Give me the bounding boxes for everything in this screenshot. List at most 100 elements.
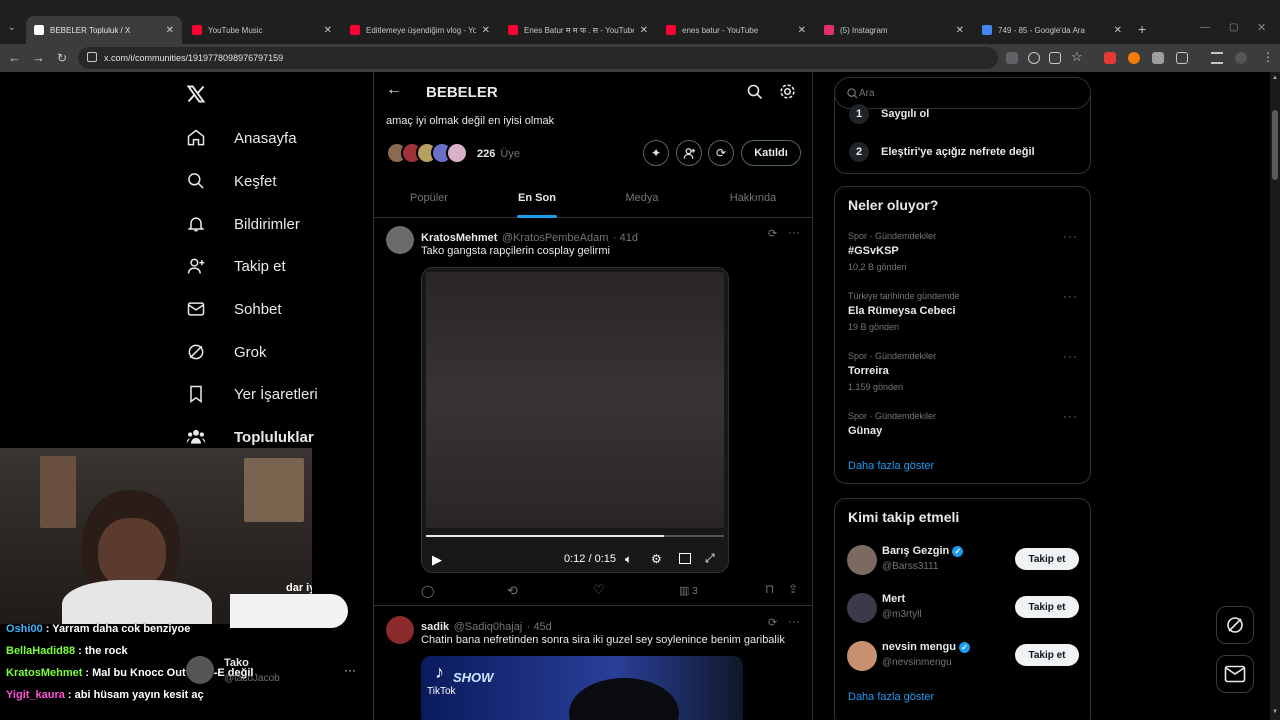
bookmark-star-icon[interactable]: ☆ — [1071, 49, 1083, 65]
tab-close-icon[interactable]: ✕ — [956, 25, 964, 36]
user-avatar[interactable] — [847, 545, 877, 575]
post-more-icon[interactable]: ··· — [788, 614, 800, 628]
who-to-follow-show-more[interactable]: Daha fazla göster — [848, 691, 934, 703]
browser-tab[interactable]: BEBELER Topluluk / X ✕ — [26, 16, 182, 44]
grok-post-icon[interactable]: ⟳ — [768, 616, 777, 629]
follow-button[interactable]: Takip et — [1015, 644, 1079, 666]
nav-item-search[interactable]: Keşfet — [186, 169, 277, 193]
nav-item-grok[interactable]: Grok — [186, 340, 267, 364]
extension-red-icon[interactable] — [1104, 52, 1116, 64]
trend-more-icon[interactable]: ··· — [1063, 409, 1078, 423]
follow-suggestion[interactable]: Mert @m3rtyll Takip et — [835, 591, 1090, 631]
tab-close-icon[interactable]: ✕ — [166, 25, 174, 36]
tab-about[interactable]: Hakkında — [703, 178, 803, 218]
trend-item[interactable]: Spor · Gündemdekiler Torreira 1.159 gönder… — [835, 349, 1090, 407]
address-bar[interactable]: x.com/i/communities/1919778098976797159 — [78, 47, 998, 69]
grok-sparkle-button[interactable]: ✦ — [643, 140, 669, 166]
media-control-icon[interactable] — [1211, 52, 1223, 64]
account-switcher[interactable]: Tako @tacoJacob ··· — [186, 656, 366, 686]
post[interactable]: sadik @Sadiq0hajaj · 45d ⟳ ··· Chatin ba… — [374, 607, 813, 720]
play-icon[interactable]: ▶ — [432, 552, 442, 568]
scrollbar-thumb[interactable] — [1272, 110, 1278, 180]
trend-item[interactable]: Türkiye tarihinde gündemde Ela Rümeysa Ce… — [835, 289, 1090, 347]
close-window-button[interactable]: ✕ — [1257, 21, 1266, 34]
browser-menu-icon[interactable]: ⋮ — [1262, 50, 1274, 64]
tab-media[interactable]: Medya — [592, 178, 692, 218]
invite-member-button[interactable] — [676, 140, 702, 166]
share-community-button[interactable]: ⟳ — [708, 140, 734, 166]
account-more-icon[interactable]: ··· — [344, 663, 356, 677]
volume-icon[interactable]: 🔈︎ — [625, 552, 632, 567]
post-author-handle[interactable]: @Sadiq0hajaj — [454, 621, 523, 633]
follow-button[interactable]: Takip et — [1015, 548, 1079, 570]
forward-icon[interactable]: → — [32, 50, 45, 66]
extension-orange-icon[interactable] — [1128, 52, 1140, 64]
grok-post-icon[interactable]: ⟳ — [768, 227, 777, 240]
post-author-avatar[interactable] — [386, 226, 414, 254]
trend-more-icon[interactable]: ··· — [1063, 229, 1078, 243]
post-author-name[interactable]: sadik — [421, 621, 449, 633]
post-more-icon[interactable]: ··· — [788, 225, 800, 239]
post-time[interactable]: · 41d — [613, 232, 638, 244]
back-icon[interactable]: ← — [8, 50, 21, 66]
messages-float-button[interactable] — [1216, 655, 1254, 693]
maximize-button[interactable]: ▢ — [1229, 22, 1238, 33]
tab-close-icon[interactable]: ✕ — [798, 25, 806, 36]
profile-avatar-icon[interactable] — [1235, 52, 1247, 64]
member-count[interactable]: 226 Üye — [477, 148, 520, 160]
page-scrollbar[interactable]: ▲ ▼ — [1270, 72, 1280, 720]
tab-popular[interactable]: Popüler — [379, 178, 479, 218]
user-name[interactable]: nevsin mengu — [882, 641, 956, 653]
post-time[interactable]: · 45d — [527, 621, 552, 633]
video-settings-icon[interactable]: ⚙︎ — [651, 552, 662, 566]
cast-icon[interactable] — [1049, 52, 1061, 64]
browser-tab[interactable]: YouTube Music ✕ — [184, 16, 340, 44]
reply-icon[interactable]: ◯ — [421, 584, 434, 598]
browser-tab[interactable]: (5) Instagram ✕ — [816, 16, 972, 44]
post-media[interactable]: ♪ SHOW TikTok — [421, 656, 743, 720]
repost-icon[interactable]: ⟲ — [507, 583, 518, 599]
follow-suggestion[interactable]: Barış Gezgin ✓ @Barss3111 Takip et — [835, 543, 1090, 583]
video-player[interactable]: ▶ 0:12 / 0:15 🔈︎ ⚙︎ ⤢ — [421, 267, 729, 573]
scroll-down-arrow[interactable]: ▼ — [1272, 709, 1278, 715]
minimize-button[interactable]: — — [1200, 22, 1210, 33]
scroll-up-arrow[interactable]: ▲ — [1272, 75, 1278, 81]
browser-tab[interactable]: enes batur - YouTube ✕ — [658, 16, 814, 44]
extensions-puzzle-icon[interactable] — [1176, 52, 1188, 64]
fullscreen-icon[interactable]: ⤢ — [705, 551, 715, 566]
video-progress-track[interactable] — [426, 535, 724, 537]
tab-close-icon[interactable]: ✕ — [1114, 25, 1122, 36]
user-avatar[interactable] — [847, 641, 877, 671]
translate-icon[interactable] — [1006, 52, 1018, 64]
browser-tab[interactable]: 749 - 85 - Google'da Ara ✕ — [974, 16, 1130, 44]
follow-button[interactable]: Takip et — [1015, 596, 1079, 618]
settings-gear-icon[interactable] — [779, 83, 796, 105]
grok-float-button[interactable] — [1216, 606, 1254, 644]
search-icon[interactable] — [747, 84, 763, 105]
trend-item[interactable]: Spor · Gündemdekiler #GSvKSP 10,2 B gönder… — [835, 229, 1090, 287]
browser-tab[interactable]: Enes Batur म म फ . स - YouTube ✕ — [500, 16, 656, 44]
tab-latest[interactable]: En Son — [487, 178, 587, 218]
member-avatars[interactable] — [386, 142, 470, 164]
reload-icon[interactable]: ↻ — [57, 50, 67, 66]
tab-list-dropdown-icon[interactable]: ⌄ — [8, 22, 16, 33]
tab-close-icon[interactable]: ✕ — [324, 25, 332, 36]
x-logo-icon[interactable] — [186, 84, 206, 109]
zoom-icon[interactable] — [1028, 52, 1040, 64]
nav-item-communities[interactable]: Topluluklar — [186, 425, 314, 449]
tab-close-icon[interactable]: ✕ — [640, 25, 648, 36]
post[interactable]: KratosMehmet @KratosPembeAdam · 41d ⟳ ··… — [374, 218, 813, 606]
like-icon[interactable]: ♡ — [593, 582, 605, 598]
post-author-avatar[interactable] — [386, 616, 414, 644]
user-avatar[interactable] — [847, 593, 877, 623]
site-info-icon[interactable] — [87, 52, 97, 62]
joined-button[interactable]: Katıldı — [741, 140, 801, 166]
trend-more-icon[interactable]: ··· — [1063, 349, 1078, 363]
nav-item-bookmark[interactable]: Yer İşaretleri — [186, 382, 318, 406]
back-arrow-icon[interactable]: ← — [386, 81, 402, 99]
user-name[interactable]: Mert — [882, 593, 905, 605]
user-name[interactable]: Barış Gezgin — [882, 545, 949, 557]
post-author-handle[interactable]: @KratosPembeAdam — [502, 232, 609, 244]
browser-tab[interactable]: Editlemeye üşendiğim vlog - Yo ✕ — [342, 16, 498, 44]
bookmark-icon[interactable]: ⊓ — [765, 582, 774, 596]
